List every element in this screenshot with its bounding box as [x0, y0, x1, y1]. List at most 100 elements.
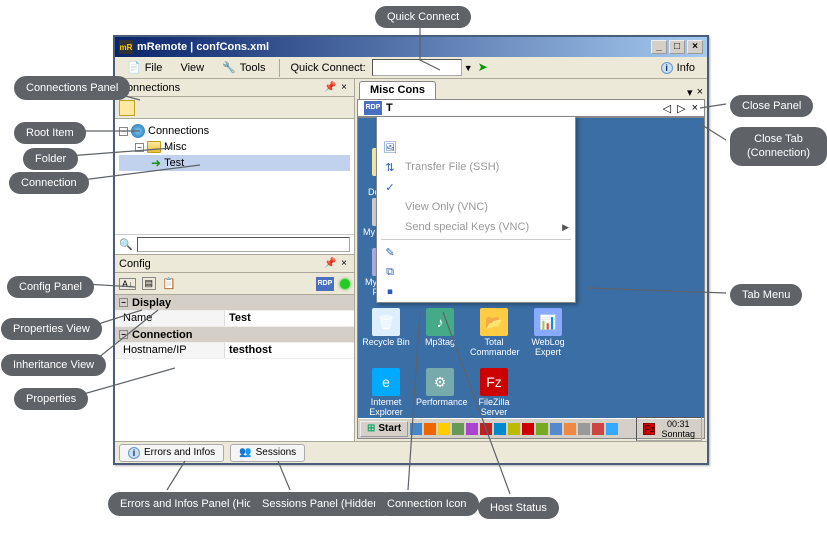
tree-folder[interactable]: − Misc: [119, 139, 350, 155]
menu-chevron-icon[interactable]: ▾: [687, 86, 693, 99]
properties-icon[interactable]: 📋: [162, 277, 176, 290]
dropdown-icon[interactable]: ▼: [464, 63, 473, 73]
tray-icon[interactable]: [410, 423, 422, 435]
desktop-icon[interactable]: eInternet Explorer: [362, 368, 410, 418]
sort-az-icon[interactable]: A↓: [119, 278, 136, 290]
tray-icon[interactable]: [564, 423, 576, 435]
connection-tab-label[interactable]: T: [386, 102, 393, 114]
tree-connection[interactable]: ➜ Test: [119, 155, 350, 171]
tray-icon[interactable]: [494, 423, 506, 435]
callout-inheritance-view: Inheritance View: [1, 354, 106, 376]
prop-hostname[interactable]: Hostname/IPtesthost: [115, 343, 354, 359]
pin-icon[interactable]: 📌: [324, 82, 336, 94]
desktop-icon[interactable]: 📊WebLog Expert: [524, 308, 572, 358]
quick-connect-label: Quick Connect:: [286, 62, 369, 74]
sessions-icon: 👥: [239, 447, 251, 458]
search-row: 🔍: [115, 234, 354, 254]
panel-tab-misc[interactable]: Misc Cons: [359, 81, 436, 99]
config-panel-header: Config 📌 ×: [115, 255, 354, 273]
app-icon: mR: [119, 40, 133, 54]
ctx-smartsize[interactable]: ✓Smart Size (RDP): [377, 177, 575, 197]
tray-icon[interactable]: [452, 423, 464, 435]
new-connection-icon[interactable]: [119, 100, 135, 116]
file-icon: 📄: [127, 61, 141, 74]
category-connection[interactable]: −Connection: [115, 327, 354, 343]
tray-icon[interactable]: [522, 423, 534, 435]
ctx-close[interactable]: ⏹Close Tab: [377, 282, 575, 302]
tray-icon[interactable]: [536, 423, 548, 435]
quick-connect-go[interactable]: ➤: [475, 60, 491, 76]
panel-tab-row: Misc Cons ▾ ×: [355, 79, 707, 99]
menu-info[interactable]: iInfo: [653, 60, 703, 76]
callout-quick-connect: Quick Connect: [375, 6, 471, 28]
info-icon: i: [128, 447, 140, 459]
collapse-icon[interactable]: −: [135, 143, 144, 152]
tray-icon[interactable]: [550, 423, 562, 435]
errors-infos-tab[interactable]: iErrors and Infos: [119, 444, 224, 462]
tray-icon[interactable]: [466, 423, 478, 435]
config-panel: Config 📌 × A↓ ▤ 📋 RDP −Display: [115, 254, 354, 441]
category-display[interactable]: −Display: [115, 295, 354, 311]
tray-icon[interactable]: [508, 423, 520, 435]
ctx-fullscreen[interactable]: Fullscreen (RDP): [377, 117, 575, 137]
start-button[interactable]: ⊞Start: [360, 421, 408, 437]
ctx-duplicate[interactable]: ⧉Duplicate Tab: [377, 262, 575, 282]
tray-icon[interactable]: [424, 423, 436, 435]
callout-config-panel: Config Panel: [7, 276, 94, 298]
collapse-icon[interactable]: −: [119, 127, 128, 136]
close-icon: ⏹: [383, 286, 397, 299]
tray-icon[interactable]: [480, 423, 492, 435]
desktop-icon[interactable]: 📂Total Commander: [470, 308, 518, 358]
rdp-badge-icon: RDP: [316, 277, 334, 291]
sessions-tab[interactable]: 👥Sessions: [230, 444, 305, 462]
ctx-rename[interactable]: ✎Rename Tab: [377, 242, 575, 262]
close-panel-button[interactable]: ×: [697, 86, 703, 99]
tray-icon[interactable]: [592, 423, 604, 435]
collapse-icon[interactable]: −: [119, 330, 128, 339]
prop-name[interactable]: NameTest: [115, 311, 354, 327]
ctx-screenshot[interactable]: 🖼Screenshot: [377, 137, 575, 157]
close-window-button[interactable]: ×: [687, 40, 703, 54]
tree-root[interactable]: − Connections: [119, 123, 350, 139]
connection-tab-row: RDP T ◁ ▷ ×: [357, 99, 705, 117]
prev-tab-icon[interactable]: ◁: [663, 102, 671, 115]
tray-icon: Fz: [643, 423, 655, 435]
sort-cat-icon[interactable]: ▤: [142, 277, 157, 290]
status-dot-icon: [340, 279, 350, 289]
menu-tools[interactable]: 🔧Tools: [214, 59, 273, 76]
desktop-icon[interactable]: ♪Mp3tag: [416, 308, 464, 348]
right-column: Misc Cons ▾ × RDP T ◁ ▷ × Fullscreen (RD…: [355, 79, 707, 441]
info-icon: i: [661, 62, 673, 74]
menu-file[interactable]: 📄File: [119, 59, 170, 76]
close-panel-button[interactable]: ×: [338, 258, 350, 270]
config-toolbar: A↓ ▤ 📋 RDP: [115, 273, 354, 295]
close-tab-button[interactable]: ×: [692, 102, 698, 115]
menu-separator: [381, 239, 571, 240]
desktop-icon[interactable]: ⚙Performance: [416, 368, 464, 408]
tray-icon[interactable]: [606, 423, 618, 435]
tray-clock[interactable]: Fz 00:31 Sonntag: [636, 417, 702, 441]
callout-properties-view: Properties View: [1, 318, 102, 340]
tray-icon[interactable]: [438, 423, 450, 435]
menu-view[interactable]: View: [172, 60, 212, 76]
desktop-icon[interactable]: 🗑Recycle Bin: [362, 308, 410, 348]
tray-icon[interactable]: [578, 423, 590, 435]
left-column: Connections 📌 × − Connection: [115, 79, 355, 441]
pin-icon[interactable]: 📌: [324, 258, 336, 270]
callout-connections-panel: Connections Panel: [14, 76, 130, 100]
search-input[interactable]: [137, 237, 350, 252]
collapse-icon[interactable]: −: [119, 298, 128, 307]
window-title: mRemote | confCons.xml: [137, 41, 269, 53]
minimize-button[interactable]: _: [651, 40, 667, 54]
maximize-button[interactable]: □: [669, 40, 685, 54]
toolbar-icon[interactable]: [143, 100, 159, 116]
ctx-transfer: ⇅Transfer File (SSH): [377, 157, 575, 177]
windows-icon: ⊞: [367, 423, 375, 434]
quick-connect-input[interactable]: [372, 59, 462, 76]
check-icon: ✓: [383, 181, 397, 194]
remote-taskbar[interactable]: ⊞Start Fz: [358, 418, 704, 438]
remote-desktop[interactable]: Fullscreen (RDP) 🖼Screenshot ⇅Transfer F…: [357, 117, 705, 439]
next-tab-icon[interactable]: ▷: [677, 102, 685, 115]
close-panel-button[interactable]: ×: [338, 82, 350, 94]
callout-host-status: Host Status: [478, 497, 559, 519]
